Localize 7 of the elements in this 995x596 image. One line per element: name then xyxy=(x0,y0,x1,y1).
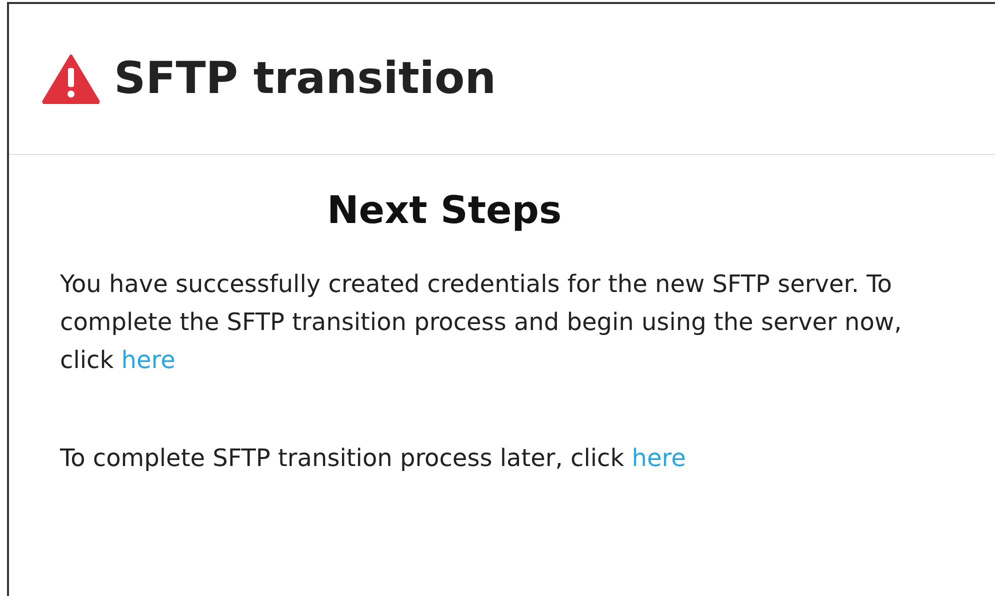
instruction-text: You have successfully created credentials for the new SFTP server. To complete the SFTP transition process and begin using the server now, click here xyxy=(60,268,903,376)
dialog-title: SFTP transition xyxy=(114,57,496,101)
warning-icon xyxy=(42,54,100,104)
here-link[interactable]: here xyxy=(632,444,686,472)
instruction-text: To complete SFTP transition process later, click here xyxy=(60,442,687,474)
section-heading: Next Steps xyxy=(327,187,562,234)
here-link[interactable]: here xyxy=(121,346,176,374)
